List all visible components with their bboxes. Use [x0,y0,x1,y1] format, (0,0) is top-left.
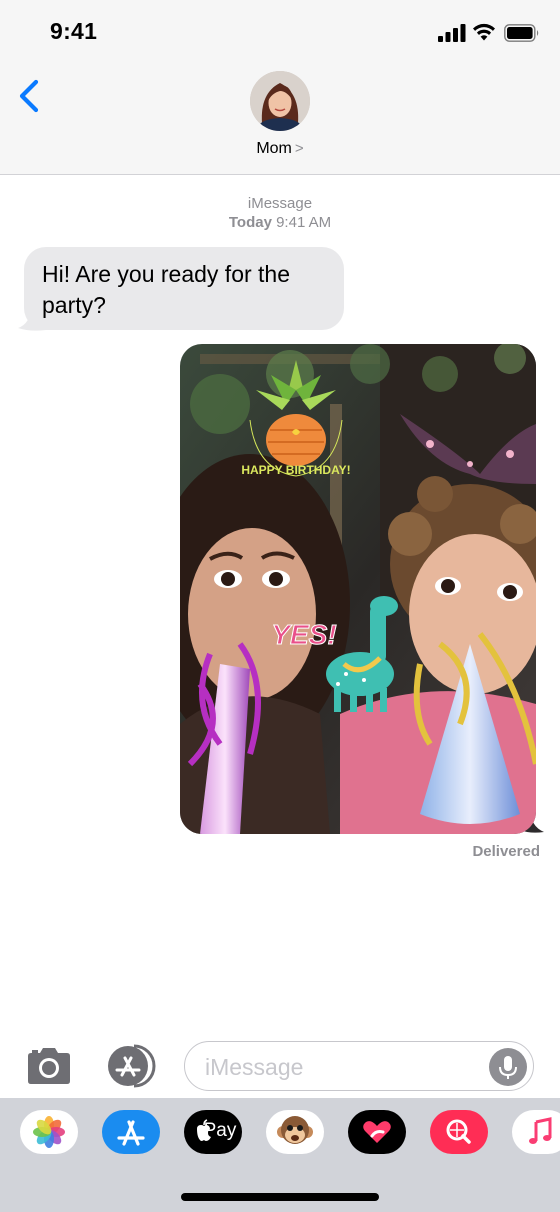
battery-icon [504,24,539,42]
camera-icon[interactable] [24,1046,74,1086]
apple-pay-label: Pay [203,1120,237,1141]
microphone-icon [499,1056,517,1079]
photos-app-button[interactable] [20,1110,78,1154]
animoji-icon [277,1116,313,1144]
timestamp-day: Today [228,214,272,231]
app-store-drawer-icon[interactable] [104,1044,158,1088]
conversation-header: Mom > [0,66,560,175]
images-search-icon [446,1119,471,1144]
images-search-app-button[interactable] [430,1110,488,1154]
delivered-status: Delivered [472,843,540,860]
contact-avatar[interactable] [250,71,310,131]
music-app-button[interactable] [512,1110,560,1154]
animoji-app-button[interactable] [266,1110,324,1154]
message-input[interactable] [203,1052,487,1082]
imessage-app-drawer: Pay [0,1098,560,1212]
avatar-photo [250,71,310,131]
photo-message[interactable]: HAPPY BIRTHDAY! YES! [180,344,536,834]
party-photo: HAPPY BIRTHDAY! YES! [180,344,536,834]
back-chevron-icon[interactable] [16,78,42,114]
contact-name-button[interactable]: Mom > [0,140,560,158]
digital-touch-icon [363,1121,391,1143]
cellular-signal-icon [438,24,466,42]
apple-pay-app-button[interactable]: Pay [184,1110,242,1154]
wifi-icon [473,23,495,41]
status-bar: 9:41 [0,0,560,66]
timestamp-time: 9:41 AM [276,214,332,231]
home-indicator[interactable] [181,1193,379,1201]
microphone-button[interactable] [489,1048,527,1086]
photos-icon [33,1116,65,1148]
timestamp: Today 9:41 AM [0,214,560,231]
digital-touch-app-button[interactable] [348,1110,406,1154]
contact-name: Mom [256,140,292,157]
music-icon [529,1117,552,1144]
status-time: 9:41 [50,18,98,44]
yes-sticker-text: YES! [271,619,336,650]
message-input-field[interactable] [184,1041,534,1091]
app-store-icon [117,1120,145,1146]
app-store-app-button[interactable] [102,1110,160,1154]
incoming-message-text: Hi! Are you ready for the party? [42,261,291,318]
incoming-message-bubble[interactable]: Hi! Are you ready for the party? [24,247,344,330]
service-label: iMessage [247,195,313,212]
chevron-right-icon: > [294,140,304,157]
birthday-sticker-text: HAPPY BIRTHDAY! [241,463,350,477]
